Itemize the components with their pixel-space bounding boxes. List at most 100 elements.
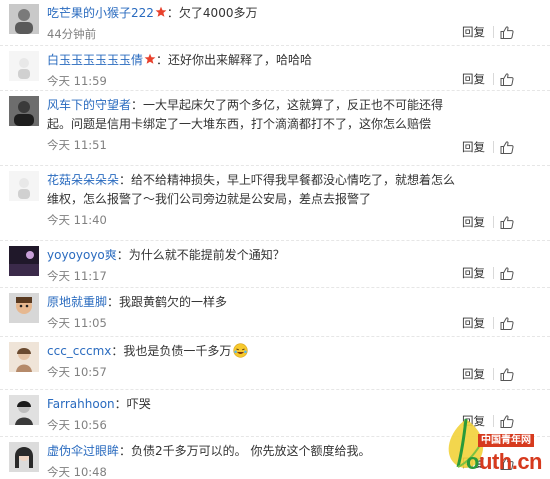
comment-time: 今天 11:05 bbox=[47, 316, 107, 330]
comment-line: 花菇朵朵朵朵：给不给精神损失，早上吓得我早餐都没心情吃了，就想着怎么维权，怎么报… bbox=[47, 171, 463, 209]
comment-item: 花菇朵朵朵朵：给不给精神损失，早上吓得我早餐都没心情吃了，就想着怎么维权，怎么报… bbox=[0, 167, 550, 241]
comment-username[interactable]: 虚伪伞过眼眸 bbox=[47, 444, 119, 458]
like-button[interactable] bbox=[500, 316, 514, 330]
comment-item: 原地就重脚：我跟黄鹤欠的一样多 今天 11:05 回复 bbox=[0, 289, 550, 337]
user-avatar[interactable] bbox=[9, 293, 39, 323]
comment-item: 白玉玉玉玉玉玉倩 ：还好你出来解释了，哈哈哈今天 11:59 回复 bbox=[0, 47, 550, 91]
user-avatar[interactable] bbox=[9, 246, 39, 276]
comment-username[interactable]: 花菇朵朵朵朵 bbox=[47, 173, 119, 187]
colon-separator: ： bbox=[107, 295, 120, 309]
comment-body: 吃芒果的小猴子222 ：欠了4000多万 44分钟前 bbox=[47, 4, 463, 44]
comment-time: 今天 11:51 bbox=[47, 138, 107, 152]
comment-actions: 回复 bbox=[462, 24, 542, 40]
colon-separator: ： bbox=[119, 444, 132, 458]
comment-line: yoyoyoyo爽：为什么就不能提前发个通知？ bbox=[47, 246, 463, 265]
like-button[interactable] bbox=[500, 367, 514, 381]
like-button[interactable] bbox=[500, 25, 514, 39]
comment-body: 白玉玉玉玉玉玉倩 ：还好你出来解释了，哈哈哈今天 11:59 bbox=[47, 51, 463, 91]
comment-body: 原地就重脚：我跟黄鹤欠的一样多今天 11:05 bbox=[47, 293, 463, 333]
colon-separator: ： bbox=[114, 397, 127, 411]
thumbs-up-icon bbox=[500, 316, 514, 330]
like-button[interactable] bbox=[500, 215, 514, 229]
action-divider bbox=[493, 73, 494, 85]
reply-button[interactable]: 回复 bbox=[462, 366, 485, 382]
colon-separator: ： bbox=[111, 344, 124, 358]
colon-separator: ： bbox=[156, 53, 169, 67]
like-button[interactable] bbox=[500, 140, 514, 154]
action-divider bbox=[493, 26, 494, 38]
thumbs-up-icon bbox=[500, 215, 514, 229]
comment-text: 负债2千多万可以的。 你先放这个额度给我。 bbox=[131, 444, 371, 458]
reply-button[interactable]: 回复 bbox=[462, 214, 485, 230]
comment-username[interactable]: Farrahhoon bbox=[47, 397, 115, 411]
comment-time: 44分钟前 bbox=[47, 27, 97, 41]
star-badge-icon bbox=[155, 6, 167, 17]
comment-text: 欠了4000多万 bbox=[178, 6, 258, 20]
comment-actions: 回复 bbox=[462, 71, 542, 87]
comment-text: 我也是负债一千多万 bbox=[123, 344, 232, 358]
comment-username[interactable]: 风车下的守望者 bbox=[47, 98, 131, 112]
reply-button[interactable]: 回复 bbox=[462, 265, 485, 281]
comment-body: yoyoyoyo爽：为什么就不能提前发个通知？ 今天 11:17 bbox=[47, 246, 463, 286]
comment-body: 虚伪伞过眼眸：负债2千多万可以的。 你先放这个额度给我。今天 10:48 bbox=[47, 442, 463, 479]
comment-line: 风车下的守望者：一大早起床欠了两个多亿，这就算了，反正也不可能还得起。问题是信用… bbox=[47, 96, 463, 134]
thumbs-up-icon bbox=[500, 25, 514, 39]
comment-text: 还好你出来解释了，哈哈哈 bbox=[168, 53, 313, 67]
reply-button[interactable]: 回复 bbox=[462, 315, 485, 331]
comment-time: 今天 11:17 bbox=[47, 269, 107, 283]
user-avatar[interactable] bbox=[9, 342, 39, 372]
user-avatar[interactable] bbox=[9, 442, 39, 472]
comment-time: 今天 10:48 bbox=[47, 465, 107, 479]
reply-button[interactable]: 回复 bbox=[462, 139, 485, 155]
user-avatar[interactable] bbox=[9, 96, 39, 126]
comment-time: 今天 10:56 bbox=[47, 418, 107, 432]
comment-body: ccc_cccmx：我也是负债一千多万今天 10:57 bbox=[47, 342, 463, 382]
star-badge-icon bbox=[144, 53, 156, 64]
comment-body: Farrahhoon：吓哭今天 10:56 bbox=[47, 395, 463, 435]
reply-button[interactable]: 回复 bbox=[462, 24, 485, 40]
comment-line: ccc_cccmx：我也是负债一千多万 bbox=[47, 342, 463, 361]
like-button[interactable] bbox=[500, 72, 514, 86]
comment-line: 白玉玉玉玉玉玉倩 ：还好你出来解释了，哈哈哈 bbox=[47, 51, 463, 70]
user-avatar[interactable] bbox=[9, 4, 39, 34]
user-avatar[interactable] bbox=[9, 171, 39, 201]
comment-username[interactable]: 原地就重脚 bbox=[47, 295, 107, 309]
thumbs-up-icon bbox=[500, 266, 514, 280]
colon-separator: ： bbox=[116, 248, 129, 262]
action-divider bbox=[493, 317, 494, 329]
comment-username[interactable]: 吃芒果的小猴子222 bbox=[47, 6, 154, 20]
comment-username[interactable]: ccc_cccmx bbox=[47, 344, 111, 358]
comment-item: 吃芒果的小猴子222 ：欠了4000多万 44分钟前 回复 bbox=[0, 0, 550, 46]
action-divider bbox=[493, 267, 494, 279]
colon-separator: ： bbox=[166, 6, 179, 20]
comment-item: 风车下的守望者：一大早起床欠了两个多亿，这就算了，反正也不可能还得起。问题是信用… bbox=[0, 92, 550, 166]
comment-line: 原地就重脚：我跟黄鹤欠的一样多 bbox=[47, 293, 463, 312]
comment-item: ccc_cccmx：我也是负债一千多万 今天 10:57 回复 bbox=[0, 338, 550, 390]
comment-line: 吃芒果的小猴子222 ：欠了4000多万 bbox=[47, 4, 463, 23]
comment-username[interactable]: 白玉玉玉玉玉玉倩 bbox=[47, 53, 143, 67]
thumbs-up-icon bbox=[500, 140, 514, 154]
watermark-tag: 中国青年网 bbox=[478, 434, 534, 447]
laugh-cry-emoji-icon bbox=[233, 343, 249, 358]
user-avatar[interactable] bbox=[9, 395, 39, 425]
comment-text: 吓哭 bbox=[126, 397, 151, 411]
comment-actions: 回复 bbox=[462, 265, 542, 281]
like-button[interactable] bbox=[500, 266, 514, 280]
comment-body: 风车下的守望者：一大早起床欠了两个多亿，这就算了，反正也不可能还得起。问题是信用… bbox=[47, 96, 463, 155]
thumbs-up-icon bbox=[500, 367, 514, 381]
comment-username[interactable]: yoyoyoyo爽 bbox=[47, 248, 117, 262]
comment-time: 今天 11:59 bbox=[47, 74, 107, 88]
reply-button[interactable]: 回复 bbox=[462, 71, 485, 87]
comment-line: Farrahhoon：吓哭 bbox=[47, 395, 463, 414]
comment-item: yoyoyoyo爽：为什么就不能提前发个通知？ 今天 11:17 回复 bbox=[0, 242, 550, 288]
comment-body: 花菇朵朵朵朵：给不给精神损失，早上吓得我早餐都没心情吃了，就想着怎么维权，怎么报… bbox=[47, 171, 463, 230]
comment-actions: 回复 bbox=[462, 366, 542, 382]
action-divider bbox=[493, 216, 494, 228]
action-divider bbox=[493, 141, 494, 153]
comment-time: 今天 10:57 bbox=[47, 365, 107, 379]
watermark-site: outh.cn bbox=[466, 449, 542, 474]
youth-cn-watermark: 中国青年网 outh.cn bbox=[430, 415, 548, 477]
user-avatar[interactable] bbox=[9, 51, 39, 81]
comment-actions: 回复 bbox=[462, 139, 542, 155]
action-divider bbox=[493, 368, 494, 380]
